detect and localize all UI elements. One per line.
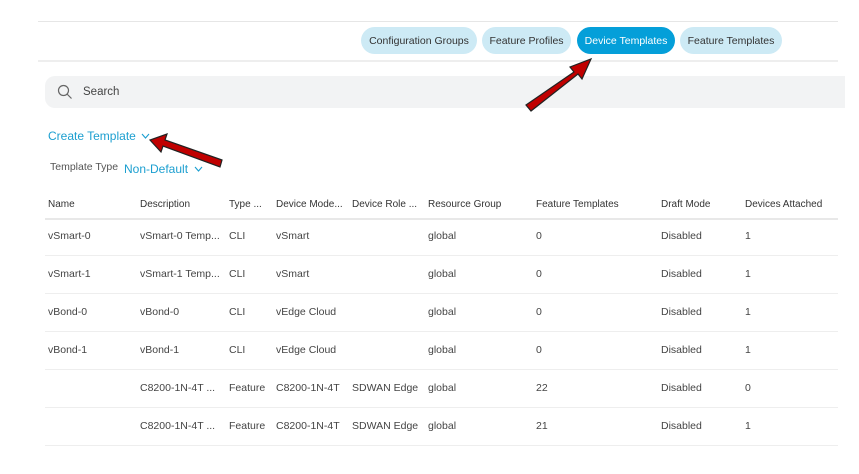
annotation-arrow-create: [148, 133, 223, 168]
annotation-arrows: [148, 57, 593, 168]
annotation-arrow-tabs: [525, 57, 593, 112]
